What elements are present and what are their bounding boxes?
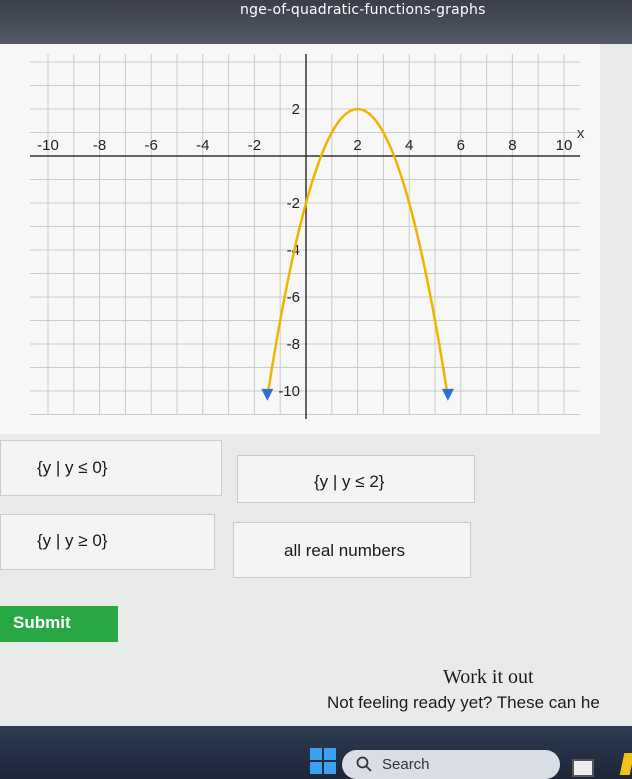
- answer-label: {y | y ≤ 2}: [314, 472, 385, 491]
- answer-label: all real numbers: [284, 541, 405, 560]
- parabola-graph: -10 -8 -6 -4 -2 2 4 6 8 10 2 -2 -4 -6 -8 -10 x: [30, 54, 585, 419]
- answer-option-y-le-2[interactable]: {y | y ≤ 2}: [237, 455, 475, 503]
- windows-start-icon[interactable]: [310, 748, 336, 774]
- x-tick-label: 4: [405, 137, 413, 154]
- windows-tile-icon: [324, 748, 336, 760]
- x-tick-label: 10: [556, 137, 573, 154]
- submit-button[interactable]: Submit: [0, 606, 118, 642]
- y-tick-label: -10: [278, 383, 300, 400]
- x-tick-labels: -10 -8 -6 -4 -2 2 4 6 8 10: [37, 137, 572, 154]
- y-tick-label: -8: [287, 336, 300, 353]
- url-fragment[interactable]: nge-of-quadratic-functions-graphs: [240, 2, 486, 18]
- taskbar-search-box[interactable]: Search: [342, 750, 560, 779]
- answer-option-y-ge-0[interactable]: {y | y ≥ 0}: [0, 514, 215, 570]
- browser-top-bar: nge-of-quadratic-functions-graphs: [0, 0, 632, 44]
- x-tick-label: 2: [353, 137, 361, 154]
- grid-lines: [30, 54, 580, 415]
- x-tick-label: -2: [248, 137, 261, 154]
- work-it-out-subtitle: Not feeling ready yet? These can he: [327, 693, 600, 712]
- x-tick-label: 6: [457, 137, 465, 154]
- x-tick-label: -4: [196, 137, 209, 154]
- y-tick-label: -2: [287, 195, 300, 212]
- answer-option-y-le-0[interactable]: {y | y ≤ 0}: [0, 440, 222, 496]
- tray-app-icon[interactable]: [572, 759, 594, 777]
- search-label: Search: [382, 756, 430, 773]
- y-tick-label: 2: [292, 101, 300, 118]
- answer-label: {y | y ≥ 0}: [37, 531, 108, 550]
- answer-label: {y | y ≤ 0}: [37, 458, 108, 477]
- curve-arrow-right: [441, 388, 454, 401]
- y-tick-label: -6: [287, 289, 300, 306]
- x-tick-label: -6: [145, 137, 158, 154]
- curve-arrow-left: [261, 388, 274, 401]
- x-tick-label: 8: [508, 137, 516, 154]
- x-tick-label: -8: [93, 137, 106, 154]
- graph-panel: -10 -8 -6 -4 -2 2 4 6 8 10 2 -2 -4 -6 -8 -10 x: [0, 44, 600, 434]
- search-icon: [356, 756, 372, 772]
- windows-tile-icon: [310, 762, 322, 774]
- x-axis-label: x: [577, 125, 585, 142]
- answer-option-all-real[interactable]: all real numbers: [233, 522, 471, 578]
- work-it-out-title: Work it out: [443, 666, 534, 688]
- x-tick-label: -10: [37, 137, 59, 154]
- windows-tile-icon: [310, 748, 322, 760]
- windows-tile-icon: [324, 762, 336, 774]
